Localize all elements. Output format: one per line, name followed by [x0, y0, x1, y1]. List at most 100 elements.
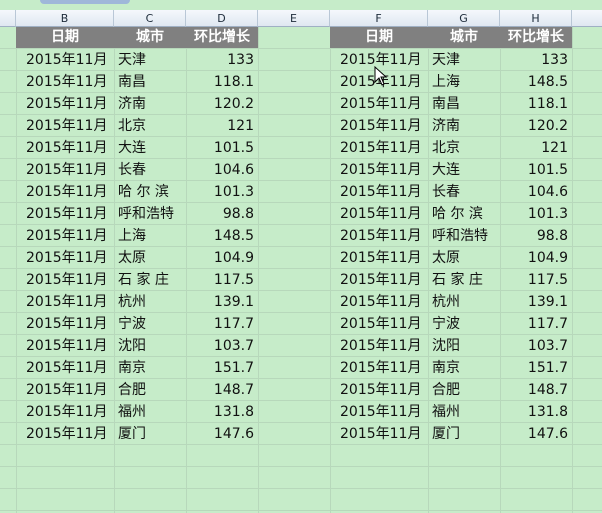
cell-growth[interactable]: 103.7: [186, 335, 258, 357]
cell-growth[interactable]: 98.8: [186, 203, 258, 225]
cell-city[interactable]: 太原: [428, 247, 500, 269]
cell-city[interactable]: 天津: [428, 49, 500, 71]
cell-city[interactable]: 济南: [114, 93, 186, 115]
sheet-tab-edge[interactable]: [40, 0, 130, 4]
cell-date[interactable]: 2015年11月: [16, 49, 114, 71]
cell-date[interactable]: 2015年11月: [16, 71, 114, 93]
cell-growth[interactable]: 98.8: [500, 225, 572, 247]
cell-city[interactable]: 哈 尔 滨: [114, 181, 186, 203]
cell-city[interactable]: 大连: [114, 137, 186, 159]
cell-growth[interactable]: 147.6: [186, 423, 258, 445]
cell-date[interactable]: 2015年11月: [330, 357, 428, 379]
cell-date[interactable]: 2015年11月: [330, 401, 428, 423]
column-header-i[interactable]: [572, 10, 602, 27]
cell-date[interactable]: 2015年11月: [330, 423, 428, 445]
cell-growth[interactable]: 147.6: [500, 423, 572, 445]
cell-city[interactable]: 太原: [114, 247, 186, 269]
cell-date[interactable]: 2015年11月: [16, 93, 114, 115]
cell-city[interactable]: 石 家 庄: [114, 269, 186, 291]
cell-city[interactable]: 上海: [114, 225, 186, 247]
cell-city[interactable]: 合肥: [428, 379, 500, 401]
cell-growth[interactable]: 104.6: [186, 159, 258, 181]
cell-city[interactable]: 杭州: [114, 291, 186, 313]
cell-date[interactable]: 2015年11月: [330, 335, 428, 357]
cell-date[interactable]: 2015年11月: [16, 247, 114, 269]
cell-date[interactable]: 2015年11月: [16, 181, 114, 203]
cell-date[interactable]: 2015年11月: [16, 401, 114, 423]
cell-growth[interactable]: 104.9: [186, 247, 258, 269]
cell-city[interactable]: 北京: [114, 115, 186, 137]
cell-date[interactable]: 2015年11月: [16, 335, 114, 357]
header-growth[interactable]: 环比增长: [500, 27, 572, 48]
cell-date[interactable]: 2015年11月: [16, 313, 114, 335]
cell-growth[interactable]: 139.1: [500, 291, 572, 313]
cell-growth[interactable]: 133: [186, 49, 258, 71]
cell-growth[interactable]: 151.7: [186, 357, 258, 379]
cell-date[interactable]: 2015年11月: [16, 203, 114, 225]
cell-city[interactable]: 长春: [428, 181, 500, 203]
cell-city[interactable]: 哈 尔 滨: [428, 203, 500, 225]
column-header-e[interactable]: E: [258, 10, 330, 27]
column-header-f[interactable]: F: [330, 10, 428, 27]
header-city[interactable]: 城市: [428, 27, 500, 48]
cell-date[interactable]: 2015年11月: [330, 269, 428, 291]
cell-date[interactable]: 2015年11月: [330, 313, 428, 335]
cell-growth[interactable]: 117.7: [186, 313, 258, 335]
cell-date[interactable]: 2015年11月: [330, 203, 428, 225]
cell-growth[interactable]: 118.1: [500, 93, 572, 115]
cell-date[interactable]: 2015年11月: [330, 247, 428, 269]
cell-city[interactable]: 福州: [114, 401, 186, 423]
cell-growth[interactable]: 148.5: [186, 225, 258, 247]
cell-date[interactable]: 2015年11月: [16, 269, 114, 291]
cell-city[interactable]: 宁波: [428, 313, 500, 335]
cell-city[interactable]: 呼和浩特: [428, 225, 500, 247]
cell-date[interactable]: 2015年11月: [330, 159, 428, 181]
cell-growth[interactable]: 117.5: [500, 269, 572, 291]
header-date[interactable]: 日期: [330, 27, 428, 48]
cell-city[interactable]: 长春: [114, 159, 186, 181]
cell-growth[interactable]: 148.7: [500, 379, 572, 401]
cell-growth[interactable]: 121: [186, 115, 258, 137]
cell-city[interactable]: 厦门: [114, 423, 186, 445]
header-city[interactable]: 城市: [114, 27, 186, 48]
cell-date[interactable]: 2015年11月: [16, 357, 114, 379]
cell-date[interactable]: 2015年11月: [16, 115, 114, 137]
column-header-d[interactable]: D: [186, 10, 258, 27]
cell-city[interactable]: 沈阳: [114, 335, 186, 357]
cell-growth[interactable]: 117.7: [500, 313, 572, 335]
header-date[interactable]: 日期: [16, 27, 114, 48]
cell-city[interactable]: 福州: [428, 401, 500, 423]
cell-growth[interactable]: 121: [500, 137, 572, 159]
corner-header[interactable]: [0, 10, 16, 27]
cell-city[interactable]: 上海: [428, 71, 500, 93]
cell-date[interactable]: 2015年11月: [16, 225, 114, 247]
spreadsheet[interactable]: B C D E F G H 日期 城市 环比增长 2015年11月 天津 133 2015年…: [0, 0, 602, 513]
column-header-g[interactable]: G: [428, 10, 500, 27]
cell-date[interactable]: 2015年11月: [330, 93, 428, 115]
cell-city[interactable]: 大连: [428, 159, 500, 181]
column-header-h[interactable]: H: [500, 10, 572, 27]
cell-growth[interactable]: 131.8: [186, 401, 258, 423]
cell-date[interactable]: 2015年11月: [16, 159, 114, 181]
cell-growth[interactable]: 101.5: [186, 137, 258, 159]
cell-city[interactable]: 杭州: [428, 291, 500, 313]
cell-growth[interactable]: 120.2: [186, 93, 258, 115]
cell-city[interactable]: 宁波: [114, 313, 186, 335]
cell-growth[interactable]: 104.9: [500, 247, 572, 269]
cell-date[interactable]: 2015年11月: [16, 379, 114, 401]
cell-city[interactable]: 沈阳: [428, 335, 500, 357]
cell-growth[interactable]: 118.1: [186, 71, 258, 93]
cell-growth[interactable]: 101.3: [186, 181, 258, 203]
cell-city[interactable]: 南昌: [114, 71, 186, 93]
cell-date[interactable]: 2015年11月: [330, 181, 428, 203]
cell-date[interactable]: 2015年11月: [330, 379, 428, 401]
cell-growth[interactable]: 148.5: [500, 71, 572, 93]
cell-growth[interactable]: 148.7: [186, 379, 258, 401]
cell-date[interactable]: 2015年11月: [330, 115, 428, 137]
header-growth[interactable]: 环比增长: [186, 27, 258, 48]
cell-date[interactable]: 2015年11月: [330, 225, 428, 247]
cell-date[interactable]: 2015年11月: [330, 137, 428, 159]
cell-city[interactable]: 济南: [428, 115, 500, 137]
cell-city[interactable]: 天津: [114, 49, 186, 71]
cell-growth[interactable]: 151.7: [500, 357, 572, 379]
